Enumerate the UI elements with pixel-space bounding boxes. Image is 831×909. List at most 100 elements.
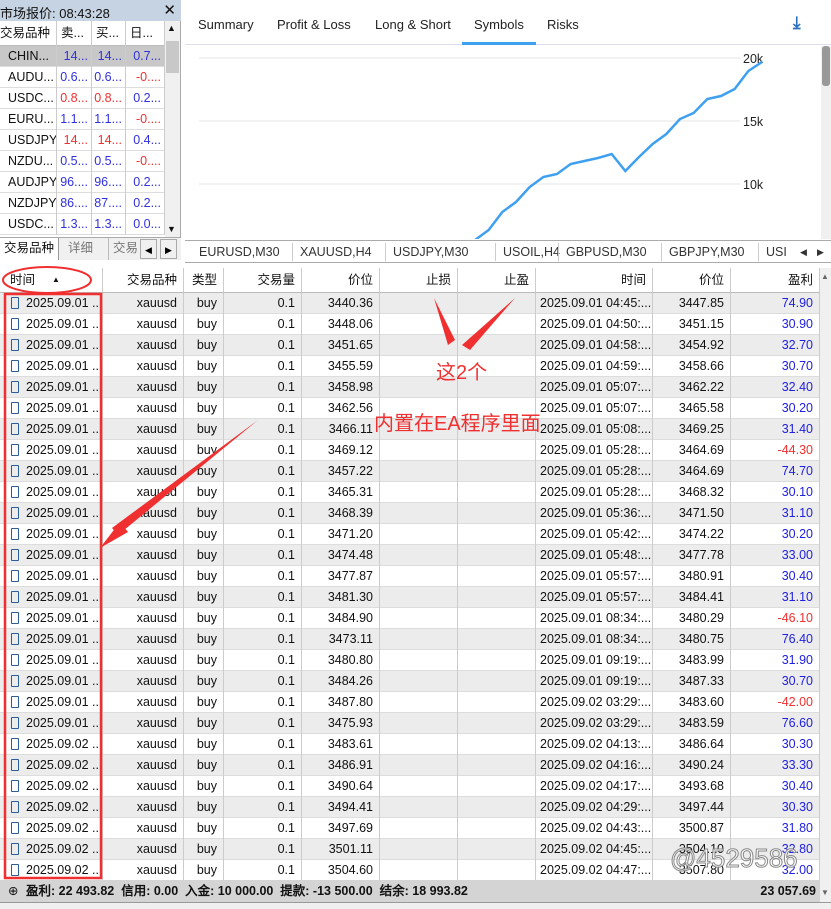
table-row[interactable]: 2025.09.01 ... xauusd buy 0.1 3455.59 2025.09… — [0, 356, 820, 377]
col-volume[interactable]: 交易量 — [224, 268, 302, 293]
col-stop-loss[interactable]: 止损 — [380, 268, 458, 293]
tab-symbols[interactable]: Symbols — [474, 17, 524, 32]
close-time-cell: 2025.09.01 05:48:... — [536, 545, 653, 566]
take-profit-cell — [458, 335, 536, 356]
scroll-thumb[interactable] — [166, 41, 179, 73]
col-profit[interactable]: 盈利 — [731, 268, 820, 293]
scroll-up-icon[interactable]: ▲ — [167, 23, 176, 33]
scroll-up-icon[interactable]: ▲ — [821, 272, 829, 281]
scroll-down-icon[interactable]: ▼ — [821, 888, 829, 897]
tab-risks[interactable]: Risks — [547, 17, 579, 32]
tab-prev-icon[interactable]: ◀ — [140, 239, 157, 259]
table-row[interactable]: 2025.09.01 ... xauusd buy 0.1 3477.87 2025.09… — [0, 566, 820, 587]
scroll-down-icon[interactable]: ▼ — [167, 224, 176, 234]
table-row[interactable]: 2025.09.01 ... xauusd buy 0.1 3465.31 2025.09… — [0, 482, 820, 503]
volume-cell: 0.1 — [224, 692, 302, 713]
table-row[interactable]: 2025.09.01 ... xauusd buy 0.1 3474.48 2025.09… — [0, 545, 820, 566]
symbol-tab[interactable]: GBPUSD,M30 — [566, 245, 647, 259]
expand-icon[interactable]: ⊕ — [8, 880, 18, 902]
market-watch-row[interactable]: USDJPY 14... 14... 0.4... — [0, 130, 165, 151]
market-watch-row[interactable]: NZDJPY 86.... 87.... 0.2... — [0, 193, 165, 214]
table-row[interactable]: 2025.09.01 ... xauusd buy 0.1 3469.12 2025.09… — [0, 440, 820, 461]
data-point — [542, 176, 545, 178]
table-row[interactable]: 2025.09.02 ... xauusd buy 0.1 3483.61 2025.09… — [0, 734, 820, 755]
symbol-tab[interactable]: GBPJPY,M30 — [669, 245, 745, 259]
table-row[interactable]: 2025.09.01 ... xauusd buy 0.1 3484.26 2025.09… — [0, 671, 820, 692]
bid-cell: 14... — [57, 130, 92, 151]
table-row[interactable]: 2025.09.02 ... xauusd buy 0.1 3497.69 2025.09… — [0, 818, 820, 839]
close-price-cell: 3464.69 — [653, 440, 731, 461]
symbol-tab[interactable]: XAUUSD,H4 — [300, 245, 372, 259]
table-row[interactable]: 2025.09.01 ... xauusd buy 0.1 3451.65 2025.09… — [0, 335, 820, 356]
symbol-tab[interactable]: USDJPY,M30 — [393, 245, 469, 259]
col-daily[interactable]: 日... — [126, 21, 165, 46]
table-row[interactable]: 2025.09.01 ... xauusd buy 0.1 3468.39 2025.09… — [0, 503, 820, 524]
table-row[interactable]: 2025.09.01 ... xauusd buy 0.1 3484.90 2025.09… — [0, 608, 820, 629]
symbol-tab[interactable]: USI — [766, 245, 787, 259]
take-profit-cell — [458, 293, 536, 314]
stop-loss-cell — [380, 629, 458, 650]
tab-symbols[interactable]: 交易品种 — [0, 238, 59, 260]
symbol-cell: xauusd — [103, 356, 184, 377]
take-profit-cell — [458, 860, 536, 881]
table-row[interactable]: 2025.09.01 ... xauusd buy 0.1 3448.06 2025.09… — [0, 314, 820, 335]
table-row[interactable]: 2025.09.01 ... xauusd buy 0.1 3480.80 2025.09… — [0, 650, 820, 671]
data-point — [569, 163, 572, 165]
table-scrollbar[interactable]: ▲ ▼ — [820, 268, 831, 902]
order-icon — [11, 570, 19, 582]
tab-profit-loss[interactable]: Profit & Loss — [277, 17, 351, 32]
table-row[interactable]: 2025.09.01 ... xauusd buy 0.1 3440.36 2025.09… — [0, 293, 820, 314]
col-type[interactable]: 类型 — [184, 268, 224, 293]
table-row[interactable]: 2025.09.01 ... xauusd buy 0.1 3457.22 2025.09… — [0, 461, 820, 482]
tab-summary[interactable]: Summary — [198, 17, 254, 32]
bid-cell: 0.6... — [57, 67, 92, 88]
profit-cell: -42.00 — [731, 692, 820, 713]
tab-next-icon[interactable]: ▶ — [160, 239, 177, 259]
tab-prev-icon[interactable]: ◀ — [800, 247, 807, 258]
annotation-text: 内置在EA程序里面 — [374, 413, 541, 435]
market-watch-row[interactable]: EURU... 1.1... 1.1... -0.... — [0, 109, 165, 130]
market-watch-row[interactable]: NZDU... 0.5... 0.5... -0.... — [0, 151, 165, 172]
table-row[interactable]: 2025.09.01 ... xauusd buy 0.1 3475.93 2025.09… — [0, 713, 820, 734]
market-watch-row[interactable]: AUDU... 0.6... 0.6... -0.... — [0, 67, 165, 88]
table-row[interactable]: 2025.09.01 ... xauusd buy 0.1 3458.98 2025.09… — [0, 377, 820, 398]
table-row[interactable]: 2025.09.02 ... xauusd buy 0.1 3494.41 2025.09… — [0, 797, 820, 818]
col-close-time[interactable]: 时间 — [536, 268, 653, 293]
market-watch-row[interactable]: CHIN... 14... 14... 0.7... — [0, 46, 165, 67]
col-ask[interactable]: 买... — [92, 21, 126, 46]
symbol-cell: xauusd — [103, 650, 184, 671]
stop-loss-cell — [380, 293, 458, 314]
symbol-tab[interactable]: USOIL,H4 — [503, 245, 560, 259]
stop-loss-cell — [380, 650, 458, 671]
stop-loss-cell — [380, 692, 458, 713]
symbol-cell: xauusd — [103, 461, 184, 482]
market-watch-scrollbar[interactable]: ▲ ▼ — [165, 21, 180, 237]
chart-scrollbar[interactable] — [821, 46, 831, 239]
symbol-tab[interactable]: EURUSD,M30 — [199, 245, 280, 259]
col-open-price[interactable]: 价位 — [302, 268, 380, 293]
tab-details[interactable]: 详细 — [64, 238, 97, 260]
tab-next-icon[interactable]: ▶ — [817, 247, 824, 258]
col-close-price[interactable]: 价位 — [653, 268, 731, 293]
open-price-cell: 3484.90 — [302, 608, 380, 629]
tab-trading[interactable]: 交易 — [108, 238, 142, 260]
table-row[interactable]: 2025.09.01 ... xauusd buy 0.1 3471.20 2025.09… — [0, 524, 820, 545]
tab-long-short[interactable]: Long & Short — [375, 17, 451, 32]
scroll-thumb[interactable] — [822, 46, 830, 86]
market-watch-row[interactable]: AUDJPY 96.... 96.... 0.2... — [0, 172, 165, 193]
market-watch-row[interactable]: USDC... 0.8... 0.8... 0.2... — [0, 88, 165, 109]
table-row[interactable]: 2025.09.02 ... xauusd buy 0.1 3490.64 2025.09… — [0, 776, 820, 797]
market-watch-row[interactable]: USDC... 1.3... 1.3... 0.0... — [0, 214, 165, 235]
col-symbol[interactable]: 交易品种 — [103, 268, 184, 293]
table-row[interactable]: 2025.09.01 ... xauusd buy 0.1 3481.30 2025.09… — [0, 587, 820, 608]
table-row[interactable]: 2025.09.01 ... xauusd buy 0.1 3487.80 2025.09… — [0, 692, 820, 713]
download-icon[interactable]: ⤓ — [793, 13, 801, 33]
col-symbol[interactable]: 交易品种 — [0, 21, 57, 46]
table-row[interactable]: 2025.09.02 ... xauusd buy 0.1 3486.91 2025.09… — [0, 755, 820, 776]
col-bid[interactable]: 卖... — [57, 21, 92, 46]
close-icon[interactable]: ✕ — [163, 1, 176, 19]
close-time-cell: 2025.09.01 05:57:... — [536, 566, 653, 587]
account-summary: 盈利: 22 493.82 信用: 0.00 入金: 10 000.00 提款:… — [26, 884, 468, 898]
col-take-profit[interactable]: 止盈 — [458, 268, 536, 293]
table-row[interactable]: 2025.09.01 ... xauusd buy 0.1 3473.11 2025.09… — [0, 629, 820, 650]
